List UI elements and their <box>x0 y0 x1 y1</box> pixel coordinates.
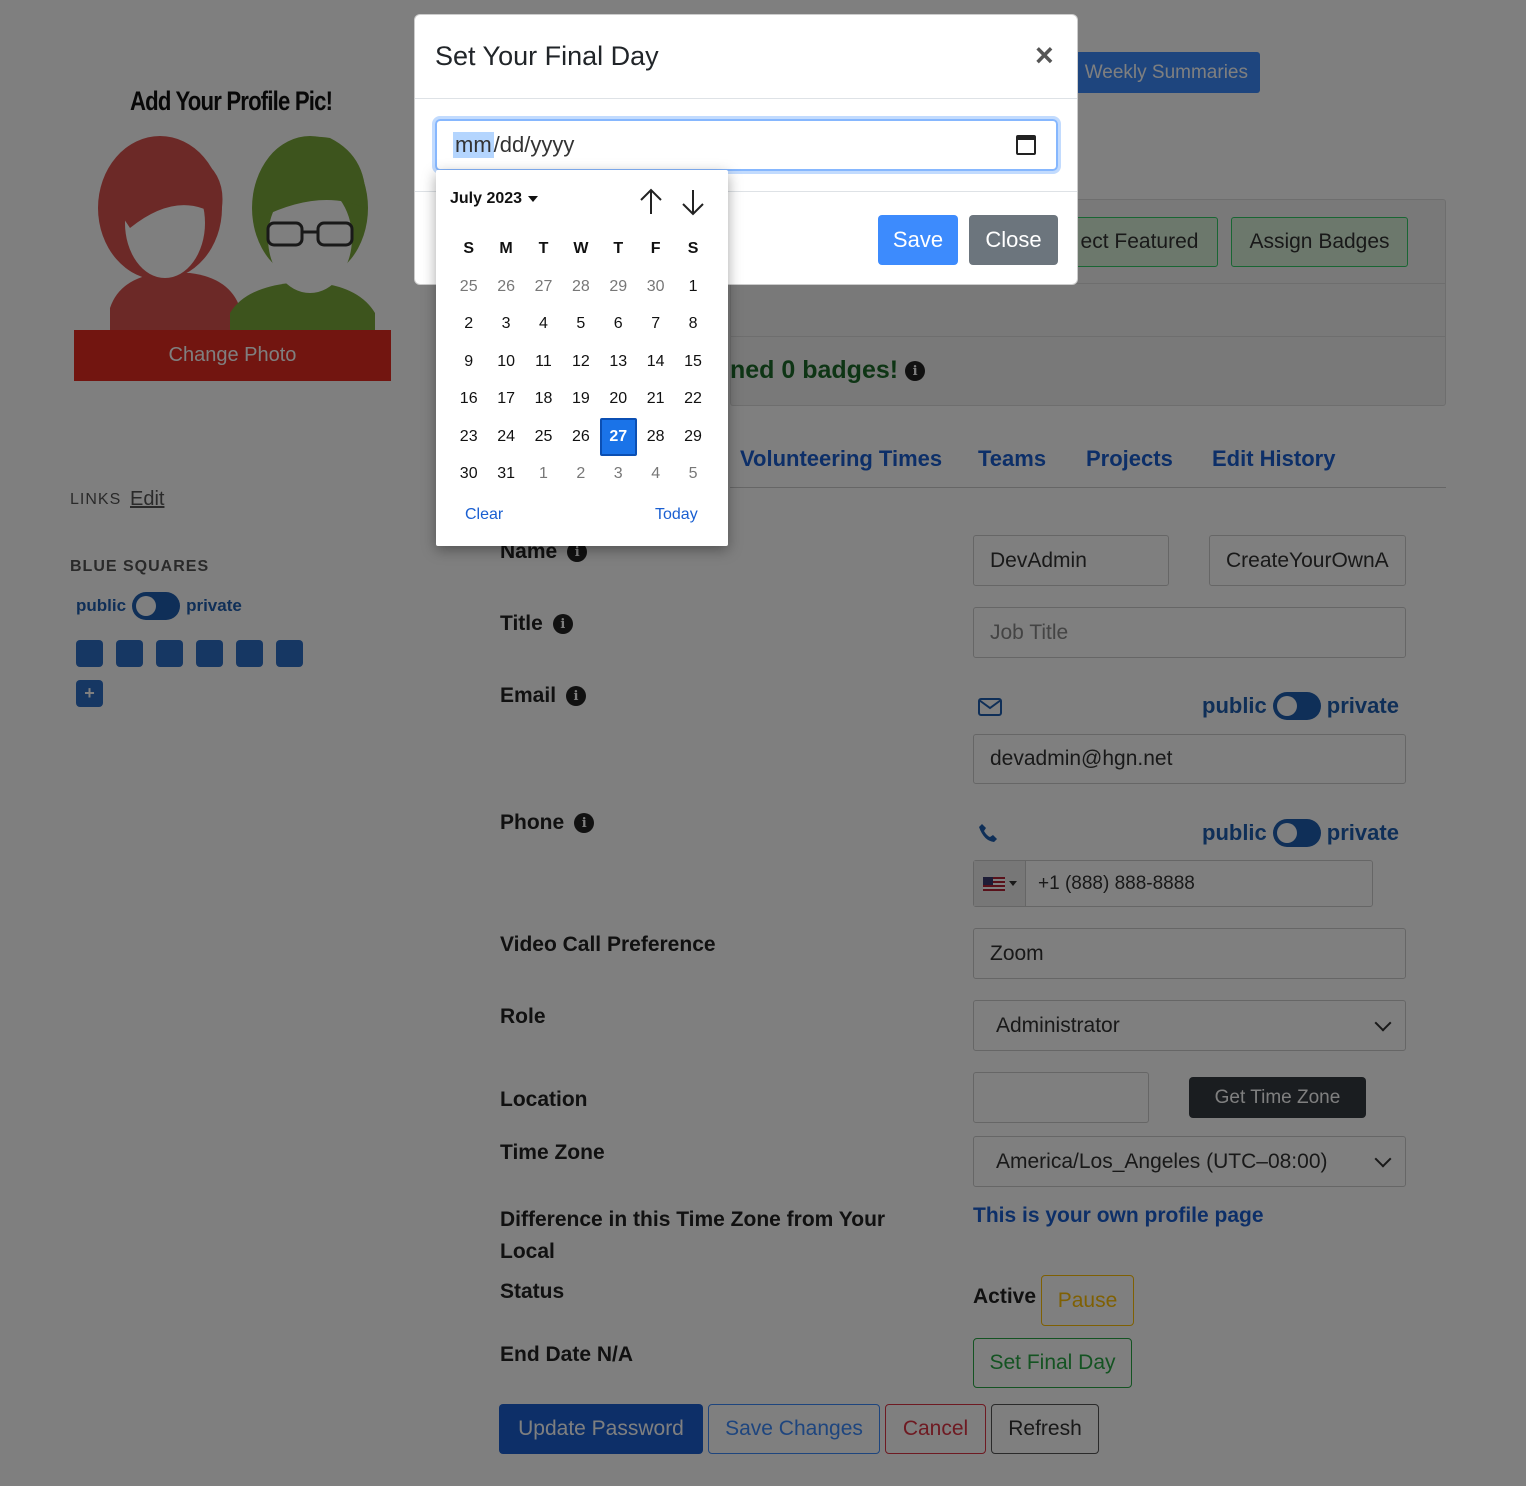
calendar-day[interactable]: 17 <box>487 381 524 419</box>
caret-down-icon <box>528 196 539 202</box>
calendar-day[interactable]: 23 <box>450 418 487 456</box>
weekday-header: T <box>538 240 549 257</box>
calendar-day[interactable]: 25 <box>450 268 487 306</box>
date-month-segment[interactable]: mm <box>453 132 494 158</box>
calendar-day[interactable]: 11 <box>525 343 562 381</box>
calendar-day[interactable]: 10 <box>487 343 524 381</box>
modal-close-button[interactable]: Close <box>969 215 1058 265</box>
calendar-day[interactable]: 2 <box>450 306 487 344</box>
calendar-day[interactable]: 14 <box>637 343 674 381</box>
calendar-day[interactable]: 26 <box>562 418 599 456</box>
calendar-day[interactable]: 22 <box>674 381 711 419</box>
calendar-day[interactable]: 1 <box>525 456 562 494</box>
modal-title: Set Your Final Day <box>435 41 659 71</box>
calendar-day[interactable]: 20 <box>600 381 637 419</box>
month-year-selector[interactable]: July 2023 <box>450 190 539 208</box>
calendar-clear-button[interactable]: Clear <box>465 506 503 524</box>
final-day-date-input[interactable]: mm/dd/yyyy <box>435 119 1058 171</box>
arrow-up-icon[interactable] <box>637 186 665 218</box>
calendar-day[interactable]: 27 <box>525 268 562 306</box>
calendar-day[interactable]: 16 <box>450 381 487 419</box>
calendar-day[interactable]: 13 <box>600 343 637 381</box>
calendar-day[interactable]: 28 <box>637 418 674 456</box>
weekday-header: S <box>687 240 699 257</box>
calendar-day[interactable]: 19 <box>562 381 599 419</box>
calendar-day[interactable]: 31 <box>487 456 524 494</box>
calendar-day[interactable]: 8 <box>674 306 711 344</box>
calendar-day[interactable]: 21 <box>637 381 674 419</box>
calendar-day[interactable]: 5 <box>674 456 711 494</box>
weekday-header: T <box>613 240 624 257</box>
modal-save-button[interactable]: Save <box>878 215 958 265</box>
calendar-day[interactable]: 29 <box>674 418 711 456</box>
calendar-day[interactable]: 29 <box>600 268 637 306</box>
weekday-header: F <box>650 240 661 257</box>
calendar-day[interactable]: 30 <box>450 456 487 494</box>
calendar-day[interactable]: 24 <box>487 418 524 456</box>
calendar-day[interactable]: 3 <box>600 456 637 494</box>
calendar-day[interactable]: 18 <box>525 381 562 419</box>
close-icon[interactable]: × <box>1035 39 1054 71</box>
calendar-day[interactable]: 25 <box>525 418 562 456</box>
calendar-day[interactable]: 12 <box>562 343 599 381</box>
calendar-day[interactable]: 4 <box>637 456 674 494</box>
calendar-icon[interactable] <box>1016 135 1036 155</box>
weekday-header: S <box>463 240 475 257</box>
calendar-day[interactable]: 9 <box>450 343 487 381</box>
calendar-day[interactable]: 28 <box>562 268 599 306</box>
month-year-label: July 2023 <box>450 190 523 207</box>
calendar-day[interactable]: 15 <box>674 343 711 381</box>
calendar-today-button[interactable]: Today <box>655 506 698 524</box>
weekday-header: M <box>499 240 513 257</box>
calendar-day[interactable]: 26 <box>487 268 524 306</box>
calendar-day[interactable]: 7 <box>637 306 674 344</box>
arrow-down-icon[interactable] <box>679 186 707 218</box>
weekday-header: W <box>573 240 589 257</box>
calendar-day[interactable]: 30 <box>637 268 674 306</box>
modal-header-divider <box>415 98 1077 99</box>
calendar-grid: S M T W T F S 25 26 27 28 29 30 1 2 3 4 5 6 7 8 9 10 11 12 13 14 15… <box>450 230 712 493</box>
calendar-day-selected[interactable]: 27 <box>599 418 637 456</box>
calendar-day[interactable]: 4 <box>525 306 562 344</box>
calendar-day[interactable]: 5 <box>562 306 599 344</box>
calendar-day[interactable]: 3 <box>487 306 524 344</box>
calendar-day[interactable]: 1 <box>674 268 711 306</box>
calendar-day[interactable]: 2 <box>562 456 599 494</box>
date-rest-segment[interactable]: /dd/yyyy <box>494 132 575 158</box>
calendar-day[interactable]: 6 <box>600 306 637 344</box>
date-picker-popup: July 2023 S M T W T F S 25 26 27 28 29 30 1 2 3 4 5 6 7 8 9 10… <box>436 170 728 546</box>
